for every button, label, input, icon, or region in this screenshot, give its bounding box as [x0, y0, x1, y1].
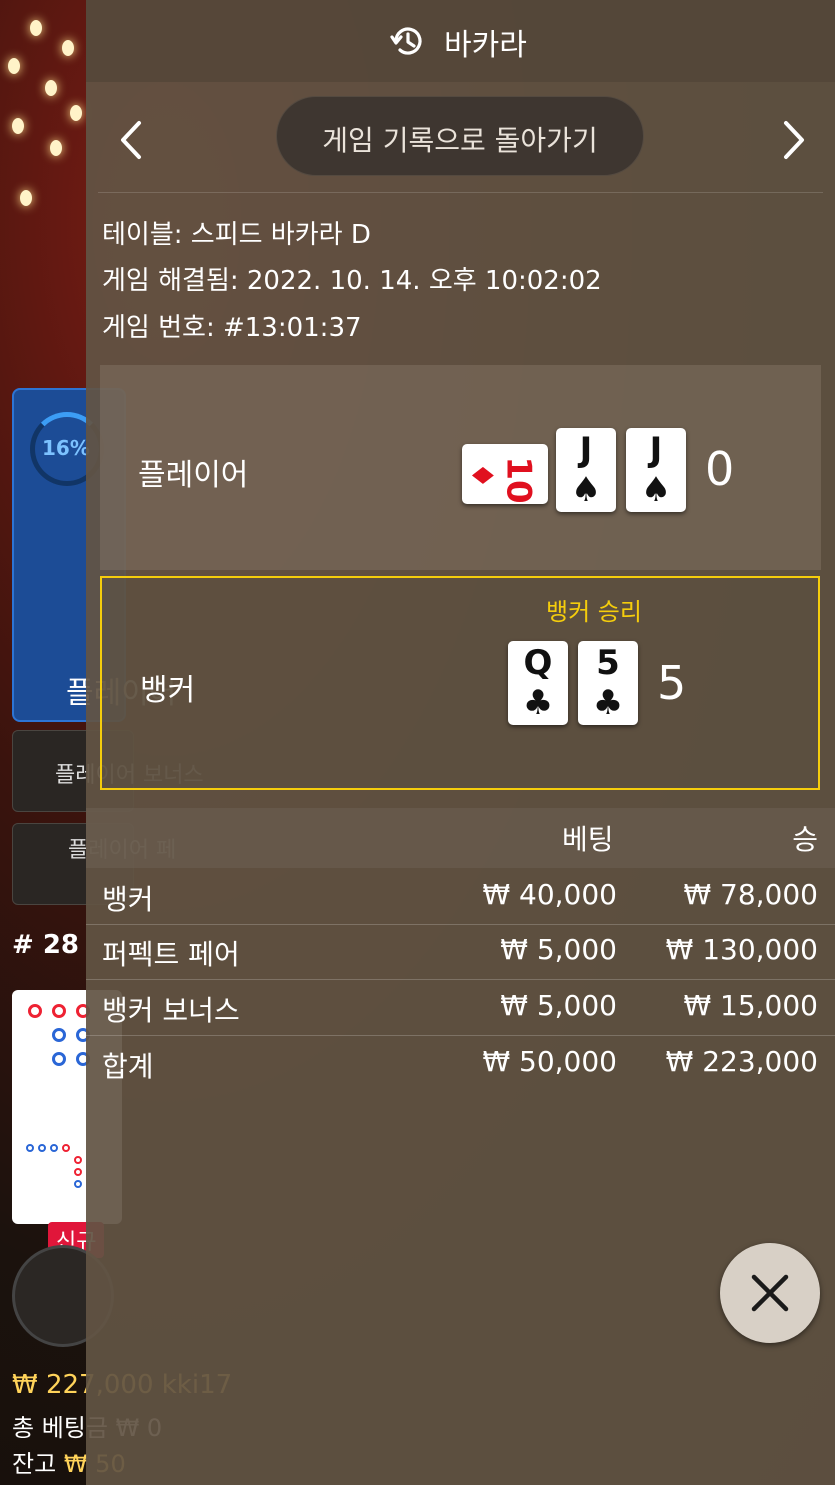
chevron-left-icon[interactable]	[111, 115, 151, 165]
total-row-name: 합계	[102, 1050, 154, 1083]
banker-label: 뱅커	[140, 673, 196, 708]
table-name: 테이블: 스피드 바카라 D	[102, 220, 371, 250]
bet-row-amount: ₩ 5,000	[500, 989, 617, 1022]
row-divider	[86, 1035, 835, 1036]
bet-row-amount: ₩ 40,000	[482, 878, 617, 911]
game-round-number: 게임 번호: #13:01:37	[102, 313, 362, 343]
bet-column-header: 베팅	[562, 823, 614, 856]
player-card-2: J ♠	[556, 428, 616, 512]
player-card-3: J ♠	[626, 428, 686, 512]
back-to-history-label: 게임 기록으로 돌아가기	[322, 124, 598, 157]
banker-win-label: 뱅커 승리	[546, 598, 642, 626]
bet-row-name: 퍼펙트 페어	[102, 938, 240, 971]
divider	[98, 192, 823, 193]
player-card-1: 10 ♦	[462, 444, 548, 504]
banker-card-1: Q ♣	[508, 641, 568, 725]
bet-row-amount: ₩ 5,000	[500, 933, 617, 966]
player-label: 플레이어	[138, 458, 249, 493]
resolved-time: 게임 해결됨: 2022. 10. 14. 오후 10:02:02	[102, 266, 602, 296]
bet-row-win: ₩ 130,000	[665, 933, 818, 966]
total-row-win: ₩ 223,000	[665, 1045, 818, 1078]
bet-row-win: ₩ 78,000	[683, 878, 818, 911]
banker-score: 5	[657, 656, 687, 710]
player-score: 0	[705, 442, 735, 496]
bet-row-win: ₩ 15,000	[683, 989, 818, 1022]
round-number: # 28	[12, 930, 80, 960]
close-icon	[751, 1274, 789, 1312]
bet-progress-percent: 16%	[42, 436, 90, 460]
banker-hand-row	[100, 576, 820, 790]
row-divider	[86, 979, 835, 980]
total-row-bet: ₩ 50,000	[482, 1045, 617, 1078]
history-icon	[390, 27, 422, 55]
close-button[interactable]	[720, 1243, 820, 1343]
bet-row-name: 뱅커 보너스	[102, 994, 240, 1027]
panel-header: 바카라	[86, 0, 835, 82]
back-to-history-button[interactable]: 게임 기록으로 돌아가기	[276, 96, 644, 176]
bets-table-header	[86, 808, 835, 868]
game-history-panel: 바카라 게임 기록으로 돌아가기 테이블: 스피드 바카라 D 게임 해결됨: …	[86, 0, 835, 1485]
chevron-right-icon[interactable]	[774, 115, 814, 165]
banker-card-2: 5 ♣	[578, 641, 638, 725]
win-column-header: 승	[792, 823, 818, 856]
row-divider	[86, 924, 835, 925]
panel-title: 바카라	[444, 28, 527, 63]
remaining-label: 잔고	[12, 1450, 57, 1478]
bet-row-name: 뱅커	[102, 883, 154, 916]
